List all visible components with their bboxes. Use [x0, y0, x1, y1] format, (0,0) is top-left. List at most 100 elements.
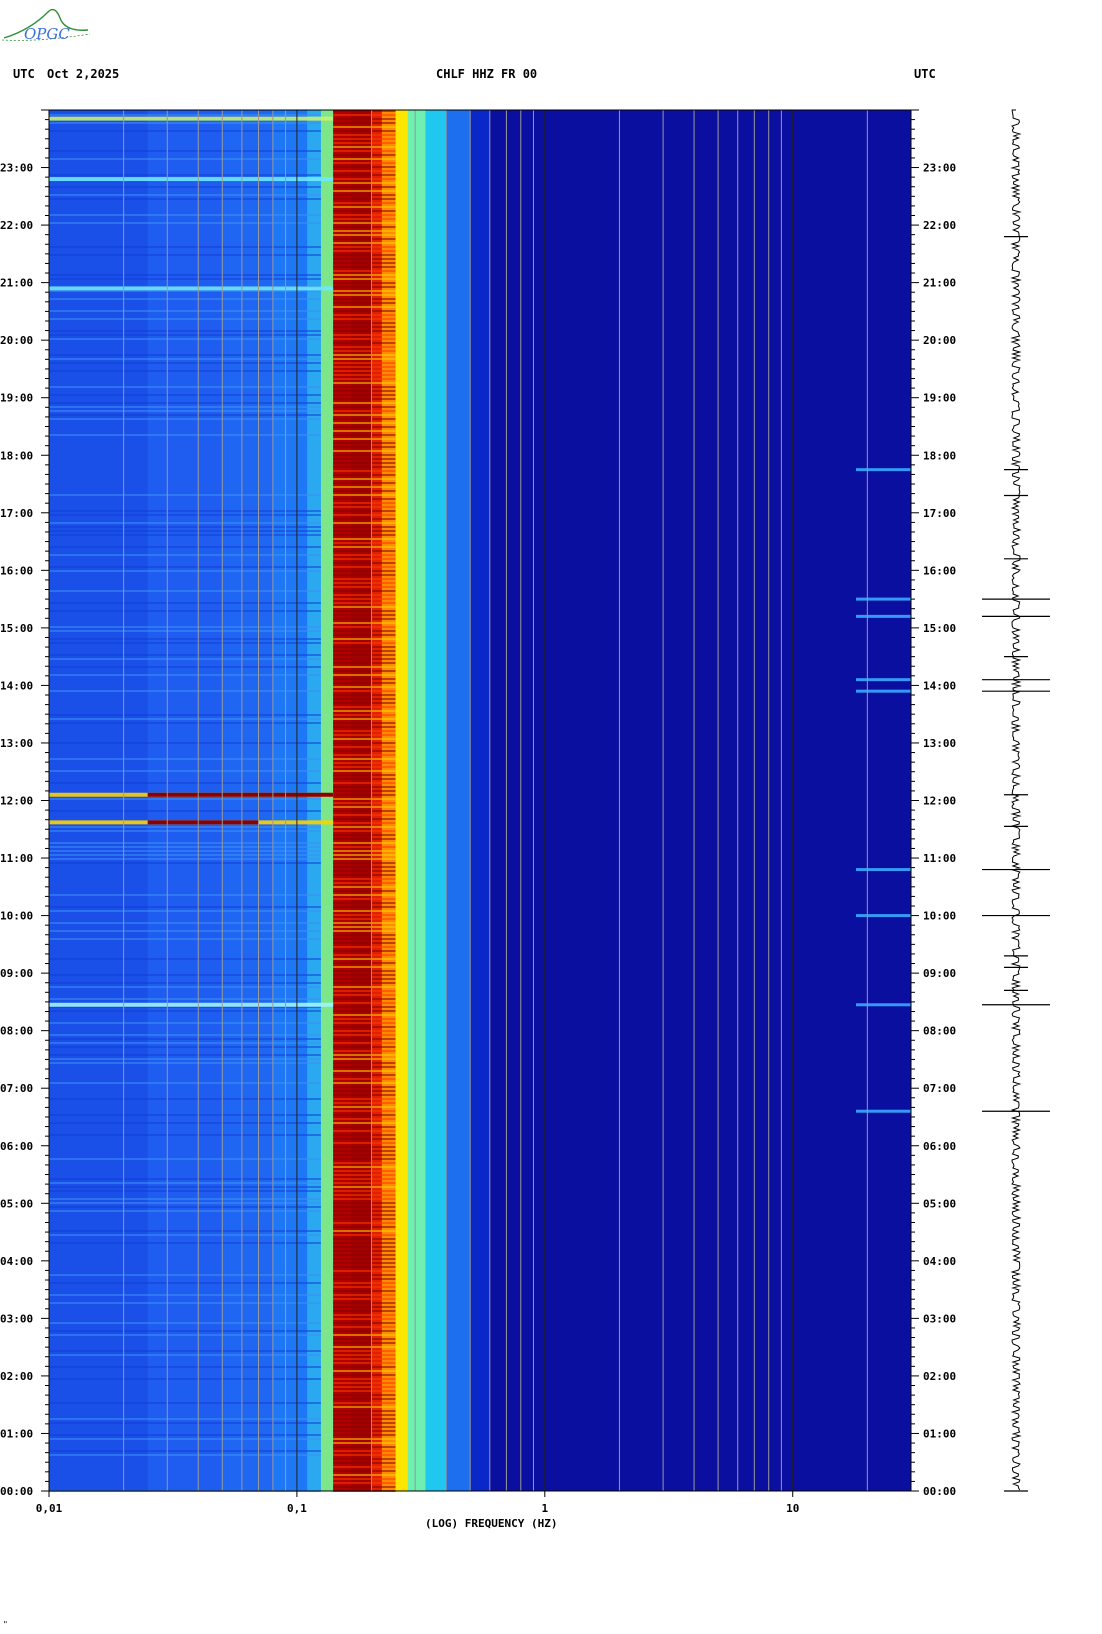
- texture-row: [333, 702, 396, 704]
- texture-row: [333, 690, 396, 692]
- texture-row: [49, 1450, 321, 1452]
- texture-row: [333, 770, 396, 772]
- texture-row: [333, 1090, 396, 1092]
- y-tick-label-left: 04:00: [0, 1255, 33, 1268]
- y-tick-label-right: 22:00: [923, 219, 956, 232]
- texture-row: [333, 602, 396, 604]
- y-tick-label-left: 06:00: [0, 1140, 33, 1153]
- texture-row: [49, 222, 321, 224]
- texture-row: [333, 358, 396, 360]
- texture-row: [333, 1026, 396, 1028]
- texture-row: [333, 906, 396, 908]
- texture-row: [333, 522, 396, 524]
- texture-row: [333, 230, 396, 232]
- texture-row: [333, 1378, 396, 1380]
- y-tick-label-right: 06:00: [923, 1140, 956, 1153]
- texture-row: [49, 1062, 321, 1064]
- texture-row: [49, 1242, 321, 1244]
- texture-row: [333, 126, 396, 128]
- texture-row: [49, 930, 321, 932]
- texture-row: [49, 370, 321, 372]
- texture-row: [333, 678, 396, 680]
- spectrum-band-5: [320, 110, 334, 1491]
- texture-row: [333, 790, 396, 792]
- texture-row: [333, 818, 396, 820]
- texture-row: [49, 434, 321, 436]
- texture-row: [49, 842, 321, 844]
- texture-row: [333, 418, 396, 420]
- y-tick-label-left: 03:00: [0, 1312, 33, 1325]
- x-tick-label: 10: [786, 1502, 799, 1515]
- texture-row: [49, 510, 321, 512]
- texture-row: [333, 294, 396, 296]
- texture-row: [49, 1022, 321, 1024]
- texture-row: [333, 182, 396, 184]
- texture-row: [49, 494, 321, 496]
- texture-row: [333, 1002, 396, 1004]
- texture-row: [49, 798, 321, 800]
- texture-row: [49, 158, 321, 160]
- texture-row: [49, 674, 321, 676]
- texture-row: [49, 254, 321, 256]
- texture-row: [333, 406, 396, 408]
- texture-row: [333, 1182, 396, 1184]
- y-tick-label-left: 15:00: [0, 622, 33, 635]
- texture-row: [333, 194, 396, 196]
- texture-row: [333, 286, 396, 288]
- texture-row: [333, 1322, 396, 1324]
- texture-row: [333, 274, 396, 276]
- texture-row: [333, 1462, 396, 1464]
- texture-row: [333, 450, 396, 452]
- texture-row: [333, 682, 396, 684]
- texture-row: [333, 1330, 396, 1332]
- texture-row: [333, 566, 396, 568]
- spectrogram-chart: 00:00 00:00 01:00 01:00 02:00 02:00 03:00 03:00…: [0, 109, 1050, 1515]
- spectrum-band-15: [489, 110, 912, 1491]
- texture-row: [333, 586, 396, 588]
- texture-row: [333, 1238, 396, 1240]
- texture-row: [333, 410, 396, 412]
- hf-event-8: [856, 597, 911, 601]
- texture-row: [49, 590, 321, 592]
- texture-row: [49, 714, 321, 716]
- texture-row: [333, 782, 396, 784]
- texture-row: [333, 1266, 396, 1268]
- texture-row: [333, 562, 396, 564]
- texture-row: [333, 350, 396, 352]
- texture-row: [333, 1106, 396, 1108]
- texture-row: [333, 874, 396, 876]
- texture-row: [333, 918, 396, 920]
- texture-row: [333, 902, 396, 904]
- texture-row: [49, 1418, 321, 1420]
- spectrum-band-13: [446, 110, 471, 1491]
- y-tick-label-left: 09:00: [0, 967, 33, 980]
- y-tick-label-right: 12:00: [923, 795, 956, 808]
- texture-row: [333, 398, 396, 400]
- texture-row: [333, 1274, 396, 1276]
- texture-row: [49, 1010, 321, 1012]
- texture-row: [333, 990, 396, 992]
- texture-row: [333, 810, 396, 812]
- texture-row: [333, 1158, 396, 1160]
- texture-row: [333, 866, 396, 868]
- texture-row: [333, 1070, 396, 1072]
- texture-row: [333, 1314, 396, 1316]
- texture-row: [333, 830, 396, 832]
- texture-row: [333, 302, 396, 304]
- texture-row: [333, 1402, 396, 1404]
- texture-row: [333, 1014, 396, 1016]
- texture-row: [333, 642, 396, 644]
- texture-row: [333, 1458, 396, 1460]
- texture-row: [333, 138, 396, 140]
- texture-row: [333, 142, 396, 144]
- texture-row: [333, 506, 396, 508]
- spectrum-band-12: [425, 110, 447, 1491]
- texture-row: [49, 330, 321, 332]
- texture-row: [333, 1054, 396, 1056]
- texture-row: [333, 526, 396, 528]
- texture-row: [333, 726, 396, 728]
- texture-row: [333, 414, 396, 416]
- texture-row: [333, 1466, 396, 1468]
- texture-row: [333, 962, 396, 964]
- texture-row: [333, 1010, 396, 1012]
